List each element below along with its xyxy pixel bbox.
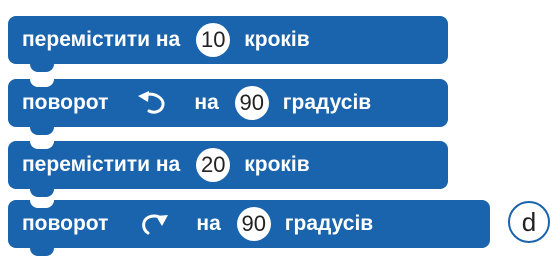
on-label: на [194,91,219,114]
steps-label: кроків [244,28,310,51]
option-label-badge: d [508,201,550,243]
degrees-label: градусів [282,91,372,114]
turn-block-1[interactable]: поворот на 90 градусів [8,79,448,135]
move-block-2[interactable]: перемістити на 20 кроків [8,141,448,197]
move-label: перемістити на [22,28,181,51]
rotate-counterclockwise-icon [136,90,168,116]
turn-label: поворот [22,212,109,235]
turn-block-2[interactable]: поворот на 90 градусів [8,200,490,256]
move-label: перемістити на [22,153,181,176]
steps-label: кроків [244,153,310,176]
degrees-label: градусів [284,212,374,235]
turn-label: поворот [22,91,109,114]
degrees-input[interactable]: 90 [234,86,269,120]
on-label: на [196,212,221,235]
steps-input[interactable]: 10 [196,23,231,57]
steps-input[interactable]: 20 [196,148,231,182]
rotate-clockwise-icon [138,211,170,237]
move-block-1[interactable]: перемістити на 10 кроків [8,16,448,72]
degrees-input[interactable]: 90 [236,207,271,241]
